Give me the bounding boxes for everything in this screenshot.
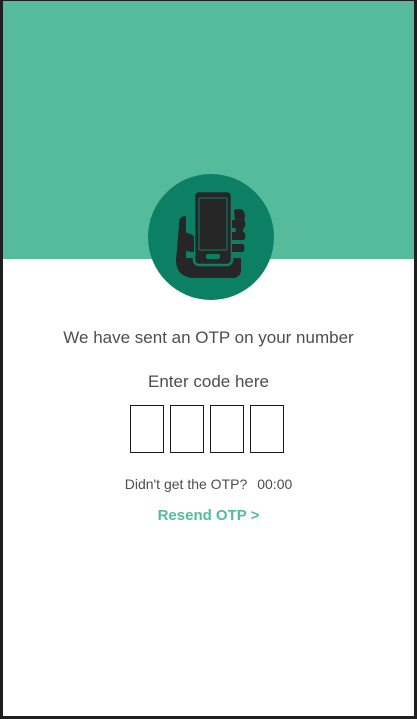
otp-screen: We have sent an OTP on your number Enter… [3, 1, 414, 716]
otp-input-group [130, 405, 284, 453]
resend-timer: 00:00 [257, 476, 293, 492]
otp-digit-4[interactable] [250, 405, 284, 453]
resend-otp-button[interactable]: Resend OTP > [3, 507, 414, 524]
otp-digit-2[interactable] [170, 405, 204, 453]
phone-in-hand-icon [176, 189, 246, 278]
otp-sent-message: We have sent an OTP on your number [63, 328, 354, 347]
not-received-label: Didn't get the OTP? [124, 476, 248, 492]
enter-code-label: Enter code here [148, 372, 269, 391]
phone-icon-circle [148, 174, 274, 300]
resend-info: Didn't get the OTP? 00:00 [3, 476, 414, 492]
otp-digit-3[interactable] [210, 405, 244, 453]
otp-digit-1[interactable] [130, 405, 164, 453]
